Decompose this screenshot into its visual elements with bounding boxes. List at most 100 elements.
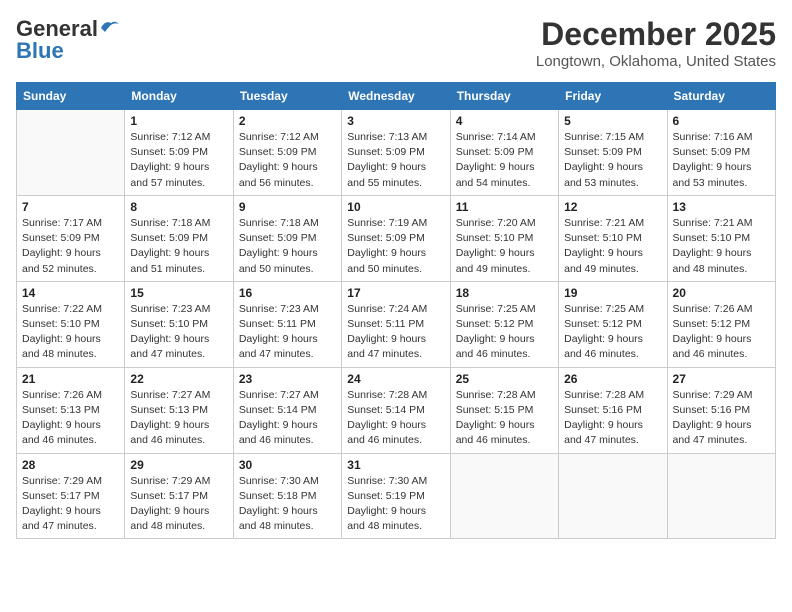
calendar-cell: 9Sunrise: 7:18 AMSunset: 5:09 PMDaylight… <box>233 195 341 281</box>
calendar-cell: 26 Sunrise: 7:28 AMSunset: 5:16 PMDayligh… <box>559 367 667 453</box>
day-info: Sunrise: 7:15 AMSunset: 5:09 PMDaylight:… <box>564 130 661 191</box>
day-info: Sunrise: 7:23 AMSunset: 5:11 PMDaylight:… <box>239 302 336 363</box>
day-info: Sunrise: 7:29 AMSunset: 5:17 PMDaylight:… <box>130 474 227 535</box>
day-number: 11 <box>456 200 553 214</box>
day-info: Sunrise: 7:29 AMSunset: 5:17 PMDaylight:… <box>22 474 119 535</box>
day-number: 7 <box>22 200 119 214</box>
day-number: 19 <box>564 286 661 300</box>
calendar-week-2: 7 Sunrise: 7:17 AMSunset: 5:09 PMDaylight… <box>17 195 776 281</box>
day-info: Sunrise: 7:21 AMSunset: 5:10 PMDaylight:… <box>673 216 770 277</box>
day-info: Sunrise: 7:25 AMSunset: 5:12 PMDaylight:… <box>564 302 661 363</box>
calendar-cell: 12 Sunrise: 7:21 AMSunset: 5:10 PMDayligh… <box>559 195 667 281</box>
day-info: Sunrise: 7:18 AMSunset: 5:09 PMDaylight:… <box>239 216 336 277</box>
day-number: 21 <box>22 372 119 386</box>
day-info: Sunrise: 7:12 AMSunset: 5:09 PMDaylight:… <box>130 130 227 191</box>
calendar-cell <box>450 453 558 539</box>
day-info: Sunrise: 7:18 AMSunset: 5:09 PMDaylight:… <box>130 216 227 277</box>
calendar-cell <box>667 453 775 539</box>
day-number: 17 <box>347 286 444 300</box>
day-number: 30 <box>239 458 336 472</box>
day-info: Sunrise: 7:29 AMSunset: 5:16 PMDaylight:… <box>673 388 770 449</box>
day-info: Sunrise: 7:20 AMSunset: 5:10 PMDaylight:… <box>456 216 553 277</box>
day-number: 14 <box>22 286 119 300</box>
calendar-cell: 22 Sunrise: 7:27 AMSunset: 5:13 PMDayligh… <box>125 367 233 453</box>
title-block: December 2025 Longtown, Oklahoma, United… <box>536 16 776 70</box>
day-number: 8 <box>130 200 227 214</box>
day-info: Sunrise: 7:17 AMSunset: 5:09 PMDaylight:… <box>22 216 119 277</box>
day-info: Sunrise: 7:25 AMSunset: 5:12 PMDaylight:… <box>456 302 553 363</box>
day-number: 5 <box>564 114 661 128</box>
calendar-cell: 31Sunrise: 7:30 AMSunset: 5:19 PMDayligh… <box>342 453 450 539</box>
calendar-cell: 15 Sunrise: 7:23 AMSunset: 5:10 PMDayligh… <box>125 281 233 367</box>
day-info: Sunrise: 7:13 AMSunset: 5:09 PMDaylight:… <box>347 130 444 191</box>
day-number: 16 <box>239 286 336 300</box>
calendar-cell: 29 Sunrise: 7:29 AMSunset: 5:17 PMDayligh… <box>125 453 233 539</box>
day-number: 31 <box>347 458 444 472</box>
calendar-cell: 21 Sunrise: 7:26 AMSunset: 5:13 PMDayligh… <box>17 367 125 453</box>
calendar-cell: 30 Sunrise: 7:30 AMSunset: 5:18 PMDayligh… <box>233 453 341 539</box>
calendar-week-4: 21 Sunrise: 7:26 AMSunset: 5:13 PMDayligh… <box>17 367 776 453</box>
calendar-cell: 28Sunrise: 7:29 AMSunset: 5:17 PMDayligh… <box>17 453 125 539</box>
calendar-cell: 2 Sunrise: 7:12 AMSunset: 5:09 PMDaylight… <box>233 110 341 196</box>
location: Longtown, Oklahoma, United States <box>536 53 776 70</box>
page-header: General Blue December 2025 Longtown, Okl… <box>16 16 776 70</box>
day-info: Sunrise: 7:19 AMSunset: 5:09 PMDaylight:… <box>347 216 444 277</box>
day-info: Sunrise: 7:21 AMSunset: 5:10 PMDaylight:… <box>564 216 661 277</box>
calendar-cell: 5 Sunrise: 7:15 AMSunset: 5:09 PMDaylight… <box>559 110 667 196</box>
day-info: Sunrise: 7:16 AMSunset: 5:09 PMDaylight:… <box>673 130 770 191</box>
day-info: Sunrise: 7:28 AMSunset: 5:15 PMDaylight:… <box>456 388 553 449</box>
day-number: 22 <box>130 372 227 386</box>
calendar-cell: 23Sunrise: 7:27 AMSunset: 5:14 PMDayligh… <box>233 367 341 453</box>
weekday-header-wednesday: Wednesday <box>342 83 450 110</box>
calendar-cell: 19 Sunrise: 7:25 AMSunset: 5:12 PMDayligh… <box>559 281 667 367</box>
day-info: Sunrise: 7:27 AMSunset: 5:13 PMDaylight:… <box>130 388 227 449</box>
calendar-cell: 10 Sunrise: 7:19 AMSunset: 5:09 PMDayligh… <box>342 195 450 281</box>
calendar-cell: 24 Sunrise: 7:28 AMSunset: 5:14 PMDayligh… <box>342 367 450 453</box>
calendar-week-5: 28Sunrise: 7:29 AMSunset: 5:17 PMDayligh… <box>17 453 776 539</box>
logo-bird-icon <box>99 18 121 36</box>
calendar-cell: 25Sunrise: 7:28 AMSunset: 5:15 PMDayligh… <box>450 367 558 453</box>
calendar-cell <box>559 453 667 539</box>
day-number: 24 <box>347 372 444 386</box>
day-number: 10 <box>347 200 444 214</box>
calendar-cell: 7 Sunrise: 7:17 AMSunset: 5:09 PMDaylight… <box>17 195 125 281</box>
weekday-header-sunday: Sunday <box>17 83 125 110</box>
day-number: 29 <box>130 458 227 472</box>
weekday-header-thursday: Thursday <box>450 83 558 110</box>
day-info: Sunrise: 7:23 AMSunset: 5:10 PMDaylight:… <box>130 302 227 363</box>
day-number: 18 <box>456 286 553 300</box>
calendar-cell <box>17 110 125 196</box>
calendar-cell: 11 Sunrise: 7:20 AMSunset: 5:10 PMDayligh… <box>450 195 558 281</box>
calendar-cell: 3 Sunrise: 7:13 AMSunset: 5:09 PMDaylight… <box>342 110 450 196</box>
day-info: Sunrise: 7:28 AMSunset: 5:16 PMDaylight:… <box>564 388 661 449</box>
day-info: Sunrise: 7:14 AMSunset: 5:09 PMDaylight:… <box>456 130 553 191</box>
day-number: 26 <box>564 372 661 386</box>
month-title: December 2025 <box>536 16 776 53</box>
calendar-cell: 13Sunrise: 7:21 AMSunset: 5:10 PMDayligh… <box>667 195 775 281</box>
calendar-cell: 4 Sunrise: 7:14 AMSunset: 5:09 PMDaylight… <box>450 110 558 196</box>
day-info: Sunrise: 7:26 AMSunset: 5:13 PMDaylight:… <box>22 388 119 449</box>
day-info: Sunrise: 7:30 AMSunset: 5:18 PMDaylight:… <box>239 474 336 535</box>
day-info: Sunrise: 7:28 AMSunset: 5:14 PMDaylight:… <box>347 388 444 449</box>
day-number: 20 <box>673 286 770 300</box>
day-info: Sunrise: 7:22 AMSunset: 5:10 PMDaylight:… <box>22 302 119 363</box>
calendar-week-3: 14 Sunrise: 7:22 AMSunset: 5:10 PMDayligh… <box>17 281 776 367</box>
day-number: 15 <box>130 286 227 300</box>
day-number: 4 <box>456 114 553 128</box>
calendar-week-1: 1 Sunrise: 7:12 AMSunset: 5:09 PMDaylight… <box>17 110 776 196</box>
weekday-header-row: SundayMondayTuesdayWednesdayThursdayFrid… <box>17 83 776 110</box>
day-number: 1 <box>130 114 227 128</box>
day-number: 3 <box>347 114 444 128</box>
day-number: 12 <box>564 200 661 214</box>
logo-text-blue: Blue <box>16 38 64 64</box>
day-info: Sunrise: 7:24 AMSunset: 5:11 PMDaylight:… <box>347 302 444 363</box>
day-number: 27 <box>673 372 770 386</box>
day-info: Sunrise: 7:12 AMSunset: 5:09 PMDaylight:… <box>239 130 336 191</box>
calendar-cell: 14 Sunrise: 7:22 AMSunset: 5:10 PMDayligh… <box>17 281 125 367</box>
weekday-header-friday: Friday <box>559 83 667 110</box>
calendar-cell: 1 Sunrise: 7:12 AMSunset: 5:09 PMDaylight… <box>125 110 233 196</box>
day-number: 2 <box>239 114 336 128</box>
calendar-cell: 27 Sunrise: 7:29 AMSunset: 5:16 PMDayligh… <box>667 367 775 453</box>
calendar-cell: 16 Sunrise: 7:23 AMSunset: 5:11 PMDayligh… <box>233 281 341 367</box>
weekday-header-tuesday: Tuesday <box>233 83 341 110</box>
